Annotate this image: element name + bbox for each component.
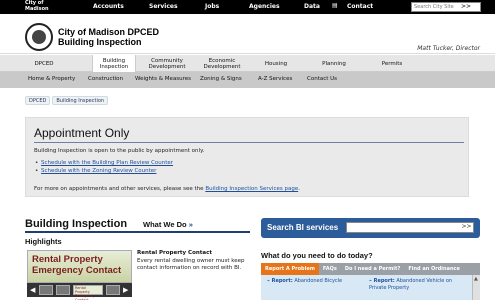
subnav-contact-us[interactable]: Contact Us xyxy=(307,76,337,82)
highlights-heading: Highlights xyxy=(25,237,62,246)
tab-find-ordinance[interactable]: Find an Ordinance xyxy=(404,263,464,275)
nav-economic-development[interactable]: Economic Development xyxy=(196,55,248,72)
tasks-heading: What do you need to do today? xyxy=(261,251,373,260)
main-nav: DPCED Building Inspection Community Deve… xyxy=(0,55,495,72)
city-line-2: Madison xyxy=(25,5,49,12)
sub-nav: Home & Property Construction Weights & M… xyxy=(0,72,495,88)
report-item[interactable]: ⌁ Report: Abandoned Vehicle on Private P… xyxy=(369,278,469,291)
report-text: Abandoned Bicycle xyxy=(294,278,343,284)
data-icon: ▤ xyxy=(332,2,338,9)
more-suffix: . xyxy=(298,186,300,192)
tab-report-problem[interactable]: Report A Problem xyxy=(261,263,319,275)
subnav-home-property[interactable]: Home & Property xyxy=(28,76,75,82)
director-name: Matt Tucker, Director xyxy=(417,45,480,52)
appointment-more-text: For more on appointments and other servi… xyxy=(34,186,300,192)
appointment-heading: Appointment Only xyxy=(34,126,130,140)
bi-search-input[interactable] xyxy=(346,222,474,233)
top-link-accounts[interactable]: Accounts xyxy=(93,3,124,10)
site-header: City of Madison DPCED Building Inspectio… xyxy=(0,14,495,54)
report-item[interactable]: ⌁ Report: Abandoned Bicycle xyxy=(267,278,362,285)
city-logo-text[interactable]: City of Madison xyxy=(25,0,49,12)
nav-planning[interactable]: Planning xyxy=(314,55,354,72)
section-title: Building Inspection xyxy=(25,218,128,230)
link-services-page[interactable]: Building Inspection Services page xyxy=(205,186,298,192)
feature-image-line-1: Rental Property xyxy=(32,254,103,265)
subnav-a-z-services[interactable]: A-Z Services xyxy=(258,76,292,82)
bi-search-label: Search BI services xyxy=(267,223,339,232)
what-we-do-link[interactable]: What We Do » xyxy=(143,220,193,229)
carousel-next-icon[interactable]: ▶ xyxy=(123,286,128,294)
feature-image-line-2: Emergency Contact xyxy=(32,265,122,276)
nav-building-inspection[interactable]: Building Inspection xyxy=(92,55,136,72)
top-link-data[interactable]: Data xyxy=(304,3,320,10)
site-title-line-2: Building Inspection xyxy=(58,37,142,47)
rss-icon: ⌁ xyxy=(369,278,373,284)
bi-search-button[interactable]: >> xyxy=(459,222,474,233)
appointment-intro: Building Inspection is open to the publi… xyxy=(34,148,205,154)
what-we-do-arrow: » xyxy=(188,220,193,229)
site-title-line-1: City of Madison DPCED xyxy=(58,27,160,37)
carousel-thumb[interactable] xyxy=(56,285,70,295)
more-prefix: For more on appointments and other servi… xyxy=(34,186,206,192)
link-zoning-review[interactable]: Schedule with the Zoning Review Counter xyxy=(35,168,156,174)
scroll-up-icon[interactable]: ▲ xyxy=(474,276,478,282)
carousel-thumb-selected[interactable]: Rental Property Emergency Contact xyxy=(73,285,103,300)
heading-divider xyxy=(34,142,464,143)
panel-scrollbar[interactable]: ▲ xyxy=(472,275,480,300)
city-top-bar: City of Madison Accounts Services Jobs A… xyxy=(0,0,495,14)
carousel-thumb[interactable] xyxy=(39,285,53,295)
breadcrumb-building-inspection[interactable]: Building Inspection xyxy=(52,96,109,105)
tab-faqs[interactable]: FAQs xyxy=(319,263,341,275)
report-panel: ⌁ Report: Abandoned Bicycle ⌁ Report: Ab… xyxy=(261,275,480,300)
subnav-zoning-signs[interactable]: Zoning & Signs xyxy=(200,76,242,82)
nav-community-development[interactable]: Community Development xyxy=(141,55,193,72)
subnav-weights-measures[interactable]: Weights & Measures xyxy=(135,76,191,82)
city-seal-icon[interactable] xyxy=(25,23,53,51)
feature-body: Every rental dwelling owner must keep co… xyxy=(137,258,245,271)
site-title[interactable]: City of Madison DPCED Building Inspectio… xyxy=(58,27,159,47)
top-link-contact[interactable]: Contact xyxy=(347,3,373,10)
task-tabs: Report A Problem FAQs Do I need a Permit… xyxy=(261,263,480,275)
report-label: Report: xyxy=(373,278,395,284)
nav-permits[interactable]: Permits xyxy=(372,55,412,72)
bi-search-bar: Search BI services >> xyxy=(261,218,480,238)
appointment-notice: Appointment Only Building Inspection is … xyxy=(25,117,469,197)
nav-dpced[interactable]: DPCED xyxy=(22,55,66,72)
city-search-button[interactable]: >> xyxy=(451,2,481,12)
tab-need-permit[interactable]: Do I need a Permit? xyxy=(341,263,404,275)
rss-icon: ⌁ xyxy=(267,278,271,284)
link-building-plan-review[interactable]: Schedule with the Building Plan Review C… xyxy=(35,160,173,166)
breadcrumb: DPCED Building Inspection xyxy=(25,96,110,105)
nav-housing[interactable]: Housing xyxy=(256,55,296,72)
top-link-agencies[interactable]: Agencies xyxy=(249,3,280,10)
report-label: Report: xyxy=(271,278,293,284)
breadcrumb-dpced[interactable]: DPCED xyxy=(25,96,51,105)
what-we-do-label: What We Do xyxy=(143,220,187,229)
section-divider xyxy=(25,231,250,233)
highlight-carousel: ◀ Rental Property Emergency Contact ▶ xyxy=(27,283,132,300)
carousel-prev-icon[interactable]: ◀ xyxy=(30,286,35,294)
subnav-construction[interactable]: Construction xyxy=(88,76,123,82)
highlight-feature-image[interactable]: Rental Property Emergency Contact xyxy=(27,250,132,283)
top-link-jobs[interactable]: Jobs xyxy=(205,3,219,10)
top-link-services[interactable]: Services xyxy=(149,3,178,10)
feature-title[interactable]: Rental Property Contact xyxy=(137,250,212,256)
carousel-thumb[interactable] xyxy=(106,285,120,295)
